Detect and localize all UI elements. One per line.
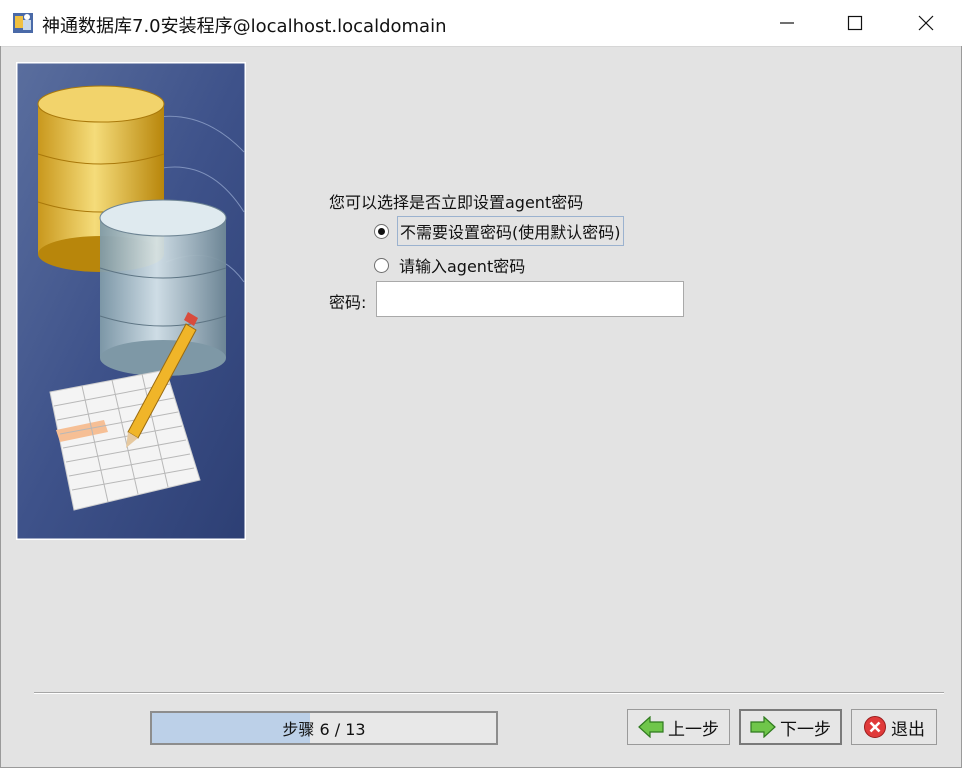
back-arrow-icon bbox=[638, 716, 664, 738]
close-icon bbox=[918, 15, 934, 31]
password-field[interactable] bbox=[376, 281, 684, 317]
password-label: 密码: bbox=[329, 293, 367, 312]
option-enter-password-label[interactable]: 请输入agent密码 bbox=[397, 251, 527, 279]
minimize-icon bbox=[780, 22, 794, 24]
option-enter-password[interactable]: 请输入agent密码 bbox=[374, 251, 527, 279]
maximize-button[interactable] bbox=[820, 0, 890, 46]
exit-button[interactable]: 退出 bbox=[851, 709, 937, 745]
maximize-icon bbox=[847, 15, 863, 31]
radio-enter-password[interactable] bbox=[374, 257, 389, 273]
exit-button-label: 退出 bbox=[891, 719, 925, 740]
close-button[interactable] bbox=[891, 0, 961, 46]
footer-divider bbox=[34, 692, 944, 694]
radio-no-password[interactable] bbox=[374, 223, 389, 239]
option-no-password[interactable]: 不需要设置密码(使用默认密码) bbox=[374, 216, 624, 246]
step-progress-text: 步骤 6 / 13 bbox=[282, 720, 366, 739]
title-bar: 神通数据库7.0安装程序@localhost.localdomain bbox=[0, 0, 962, 47]
exit-icon bbox=[864, 716, 886, 738]
back-button-label: 上一步 bbox=[668, 719, 719, 740]
back-button[interactable]: 上一步 bbox=[627, 709, 730, 745]
window-title: 神通数据库7.0安装程序@localhost.localdomain bbox=[42, 16, 447, 37]
next-button[interactable]: 下一步 bbox=[739, 709, 842, 745]
option-no-password-label[interactable]: 不需要设置密码(使用默认密码) bbox=[397, 216, 624, 246]
step-progress: 步骤 6 / 13 bbox=[150, 711, 498, 745]
minimize-button[interactable] bbox=[752, 0, 822, 46]
app-icon bbox=[13, 13, 33, 33]
installer-side-image bbox=[16, 62, 246, 540]
agent-password-prompt: 您可以选择是否立即设置agent密码 bbox=[329, 193, 584, 212]
next-button-label: 下一步 bbox=[780, 719, 831, 740]
next-arrow-icon bbox=[750, 716, 776, 738]
